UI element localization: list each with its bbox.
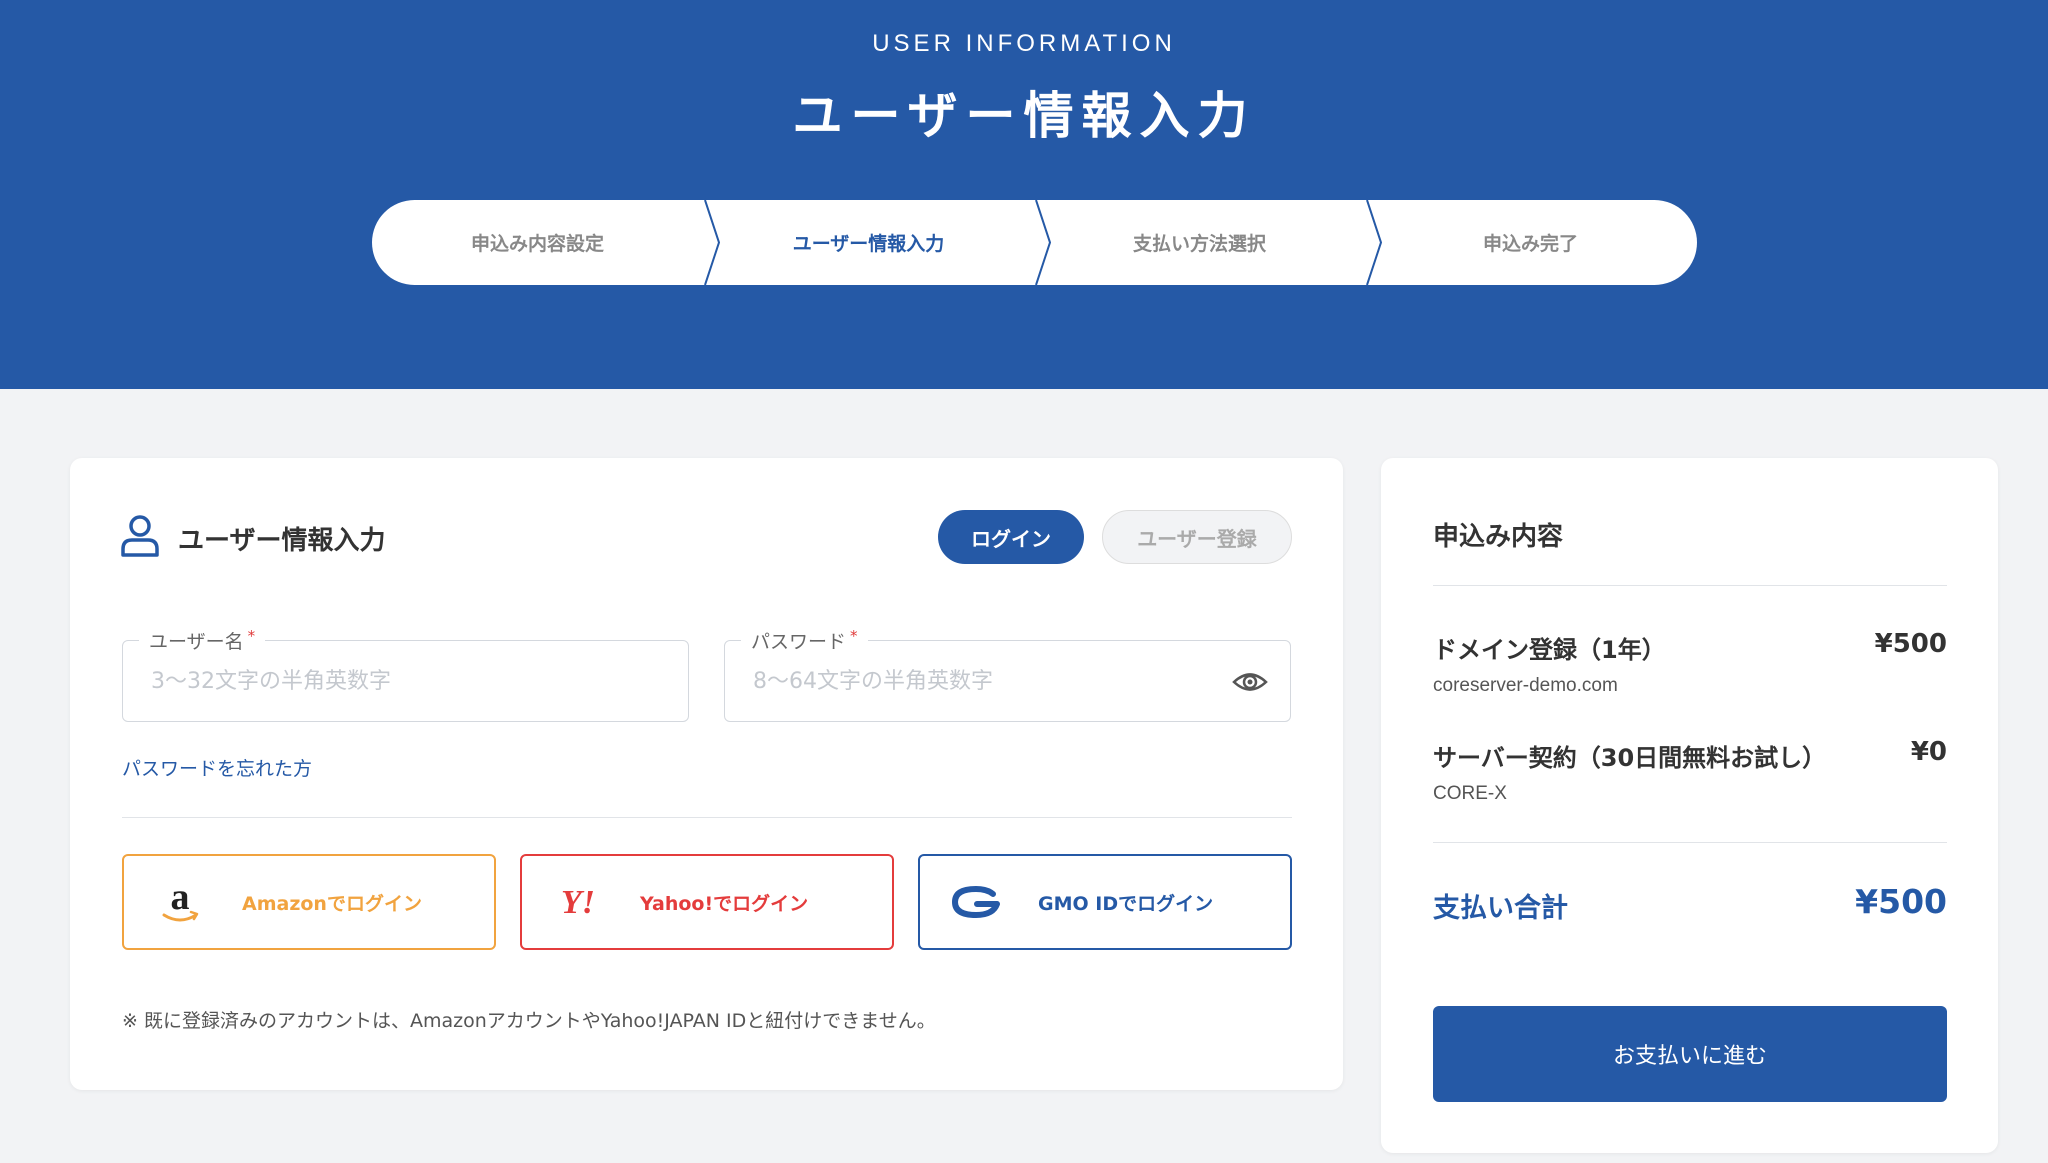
summary-item-price: ¥0	[1910, 737, 1947, 767]
password-label-text: パスワード	[751, 631, 847, 653]
step-order-settings: 申込み内容設定	[470, 233, 604, 255]
step-user-info: ユーザー情報入力	[792, 233, 945, 255]
step-payment-method: 支払い方法選択	[1132, 233, 1266, 255]
progress-stepper: 申込み内容設定 ユーザー情報入力 支払い方法選択 申込み完了	[372, 200, 1697, 285]
login-tab[interactable]: ログイン	[938, 510, 1084, 564]
amazon-login-button[interactable]: a Amazonでログイン	[122, 854, 496, 950]
forgot-password-link[interactable]: パスワードを忘れた方	[122, 754, 312, 781]
divider	[1433, 842, 1947, 843]
page-header: USER INFORMATION ユーザー情報入力 申込み内容設定 ユーザー情報…	[0, 0, 2048, 389]
user-info-card: ユーザー情報入力 ログイン ユーザー登録 ユーザー名* パスワード* パスワード…	[70, 458, 1343, 1090]
divider	[1433, 585, 1947, 586]
gmo-login-label: GMO IDでログイン	[1038, 892, 1214, 915]
total-label: 支払い合計	[1433, 893, 1568, 924]
summary-item-name: サーバー契約（30日間無料お試し）	[1433, 744, 1827, 772]
password-field: パスワード *	[724, 627, 1291, 722]
username-label-text: ユーザー名	[149, 631, 244, 653]
divider	[122, 817, 1292, 818]
summary-item-name: ドメイン登録（1年）	[1433, 636, 1666, 664]
gmo-login-button[interactable]: GMO IDでログイン	[918, 854, 1292, 950]
summary-item-sub: coreserver-demo.com	[1433, 675, 1618, 696]
account-link-note: ※ 既に登録済みのアカウントは、AmazonアカウントやYahoo!JAPAN …	[122, 1010, 936, 1032]
required-mark: *	[247, 627, 256, 645]
user-icon	[121, 515, 159, 557]
svg-text:Y!: Y!	[561, 885, 595, 919]
svg-text:a: a	[171, 879, 190, 918]
proceed-to-payment-button[interactable]: お支払いに進む	[1433, 1006, 1947, 1102]
eye-icon[interactable]	[1232, 667, 1268, 697]
total-value: ¥500	[1855, 882, 1947, 921]
order-summary-card: 申込み内容 ドメイン登録（1年） ¥500 coreserver-demo.co…	[1381, 458, 1998, 1153]
step-complete: 申込み完了	[1482, 233, 1578, 255]
header-eyebrow: USER INFORMATION	[872, 30, 1176, 57]
gmo-logo-icon	[952, 886, 1000, 918]
summary-item-price: ¥500	[1874, 629, 1947, 659]
password-label: パスワード *	[741, 627, 868, 654]
summary-title: 申込み内容	[1433, 522, 1564, 552]
amazon-login-label: Amazonでログイン	[242, 892, 422, 915]
required-mark: *	[850, 627, 858, 645]
summary-item-sub: CORE-X	[1433, 783, 1507, 804]
username-field: ユーザー名*	[122, 627, 689, 722]
amazon-logo-icon: a	[162, 879, 199, 922]
header-title: ユーザー情報入力	[792, 87, 1256, 145]
yahoo-login-button[interactable]: Y! Yahoo!でログイン	[520, 854, 894, 950]
username-label: ユーザー名 *	[139, 627, 266, 654]
yahoo-logo-icon: Y!	[561, 885, 595, 919]
register-tab[interactable]: ユーザー登録	[1102, 510, 1292, 564]
card-title: ユーザー情報入力	[178, 526, 386, 556]
yahoo-login-label: Yahoo!でログイン	[640, 892, 809, 915]
